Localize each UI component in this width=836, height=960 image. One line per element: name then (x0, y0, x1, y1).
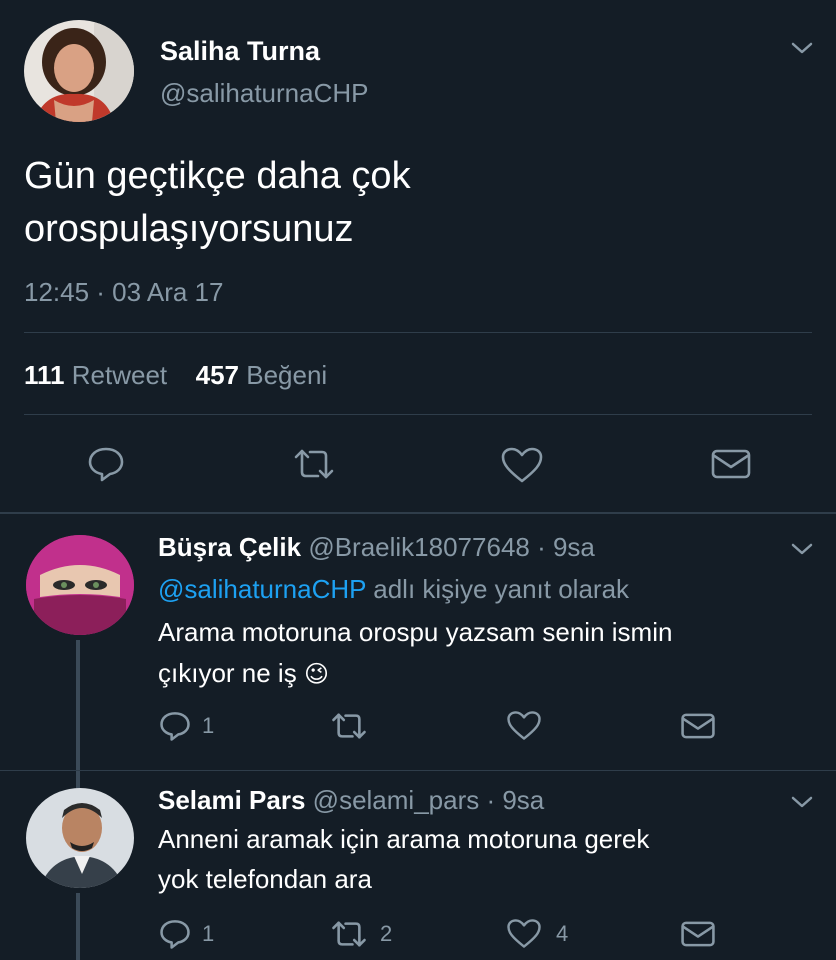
author-name[interactable]: Büşra Çelik (158, 532, 301, 562)
reply-count: 1 (202, 921, 215, 946)
author-handle[interactable]: @selami_pars (313, 785, 480, 815)
reply-text: çıkıyor ne iş (158, 658, 297, 688)
tweet-text-line-2: orospulaşıyorsunuz (24, 208, 354, 250)
avatar[interactable] (24, 20, 134, 122)
like-icon[interactable] (500, 446, 544, 484)
like-count[interactable]: 457 (196, 360, 239, 390)
avatar[interactable] (26, 535, 134, 635)
avatar[interactable] (26, 788, 134, 888)
retweet-count[interactable]: 111 (24, 360, 65, 390)
winking-face-emoji: 😉 (303, 661, 329, 688)
reply-header: Büşra Çelik @Braelik18077648 · 9sa (158, 532, 595, 563)
reply-icon[interactable] (158, 710, 192, 742)
like-icon[interactable] (506, 918, 542, 949)
author-name[interactable]: Saliha Turna (160, 36, 320, 67)
reply-context: @salihaturnaCHP adlı kişiye yanıt olarak (158, 574, 629, 605)
tweet-text-line-1: Gün geçtikçe daha çok (24, 155, 411, 197)
retweet-label[interactable]: Retweet (72, 360, 167, 390)
like-label[interactable]: Beğeni (246, 360, 327, 390)
reply-icon[interactable] (86, 445, 126, 483)
reply-text-line-2: çıkıyor ne iş 😉 (158, 658, 329, 689)
message-icon[interactable] (680, 712, 716, 740)
author-name[interactable]: Selami Pars (158, 785, 305, 815)
divider (0, 512, 836, 514)
divider (0, 770, 836, 771)
retweet-icon[interactable] (292, 448, 336, 480)
reply-text-line-2: yok telefondan ara (158, 864, 372, 894)
reply-icon[interactable] (158, 918, 192, 950)
reply-to-label: adlı kişiye yanıt olarak (373, 574, 630, 604)
reply-to-handle[interactable]: @salihaturnaCHP (158, 574, 366, 604)
divider (24, 414, 812, 415)
retweet-icon[interactable] (330, 712, 368, 740)
reply-count: 1 (202, 713, 215, 738)
message-icon[interactable] (680, 920, 716, 948)
like-count: 4 (556, 921, 569, 946)
thread-line (76, 893, 80, 960)
author-handle[interactable]: @salihaturnaCHP (160, 78, 368, 109)
reply-time[interactable]: · 9sa (537, 532, 595, 562)
reply-header: Selami Pars @selami_pars · 9sa (158, 785, 544, 816)
engagement-stats: 111 Retweet 457 Beğeni (24, 360, 327, 391)
chevron-down-icon[interactable] (790, 794, 814, 810)
reply-text-line-1: Anneni aramak için arama motoruna gerek (158, 824, 650, 854)
reply-text-line-1: Arama motoruna orospu yazsam senin ismin (158, 617, 673, 647)
retweet-count: 2 (380, 921, 393, 946)
chevron-down-icon[interactable] (790, 541, 814, 557)
reply-time[interactable]: · 9sa (486, 785, 544, 815)
timestamp[interactable]: 12:45 · 03 Ara 17 (24, 277, 223, 308)
like-icon[interactable] (506, 710, 542, 741)
divider (24, 332, 812, 333)
thread-line (76, 640, 80, 790)
message-icon[interactable] (710, 448, 752, 480)
retweet-icon[interactable] (330, 920, 368, 948)
author-handle[interactable]: @Braelik18077648 (308, 532, 530, 562)
chevron-down-icon[interactable] (790, 40, 814, 56)
